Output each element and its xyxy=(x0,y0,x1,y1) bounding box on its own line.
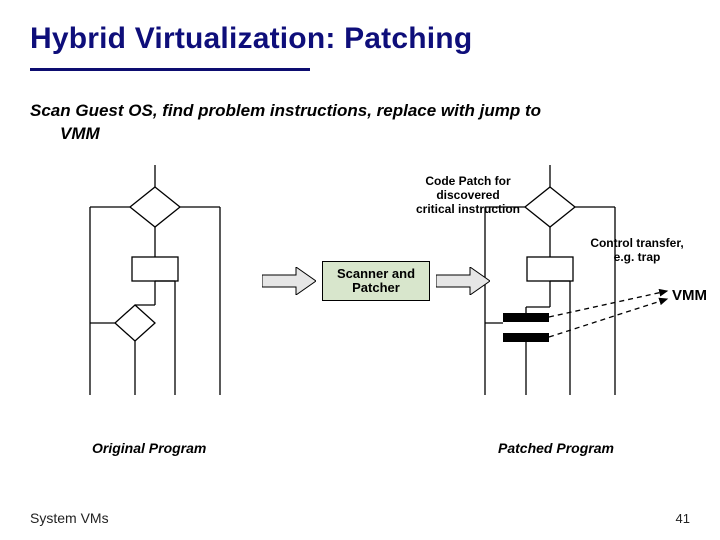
diagram-area: Scanner and Patcher Code Patch for disco… xyxy=(0,155,720,485)
original-program-label: Original Program xyxy=(92,440,206,456)
original-flowchart xyxy=(60,165,250,425)
code-patch-label: Code Patch for discovered critical instr… xyxy=(388,175,548,216)
arrow-left-to-scanner xyxy=(262,267,316,295)
footer-text: System VMs xyxy=(30,510,109,526)
subtitle-line1: Scan Guest OS, find problem instructions… xyxy=(30,101,541,120)
patched-program-label: Patched Program xyxy=(498,440,614,456)
vmm-label: VMM xyxy=(672,287,707,304)
arrow-scanner-to-right xyxy=(436,267,490,295)
control-transfer-label: Control transfer, e.g. trap xyxy=(572,237,702,265)
slide-title: Hybrid Virtualization: Patching xyxy=(30,22,472,56)
slide-subtitle: Scan Guest OS, find problem instructions… xyxy=(30,100,680,146)
scanner-patcher-box: Scanner and Patcher xyxy=(322,261,430,301)
page-number: 41 xyxy=(676,511,690,526)
title-underline xyxy=(30,68,310,71)
subtitle-line2: VMM xyxy=(30,123,680,146)
